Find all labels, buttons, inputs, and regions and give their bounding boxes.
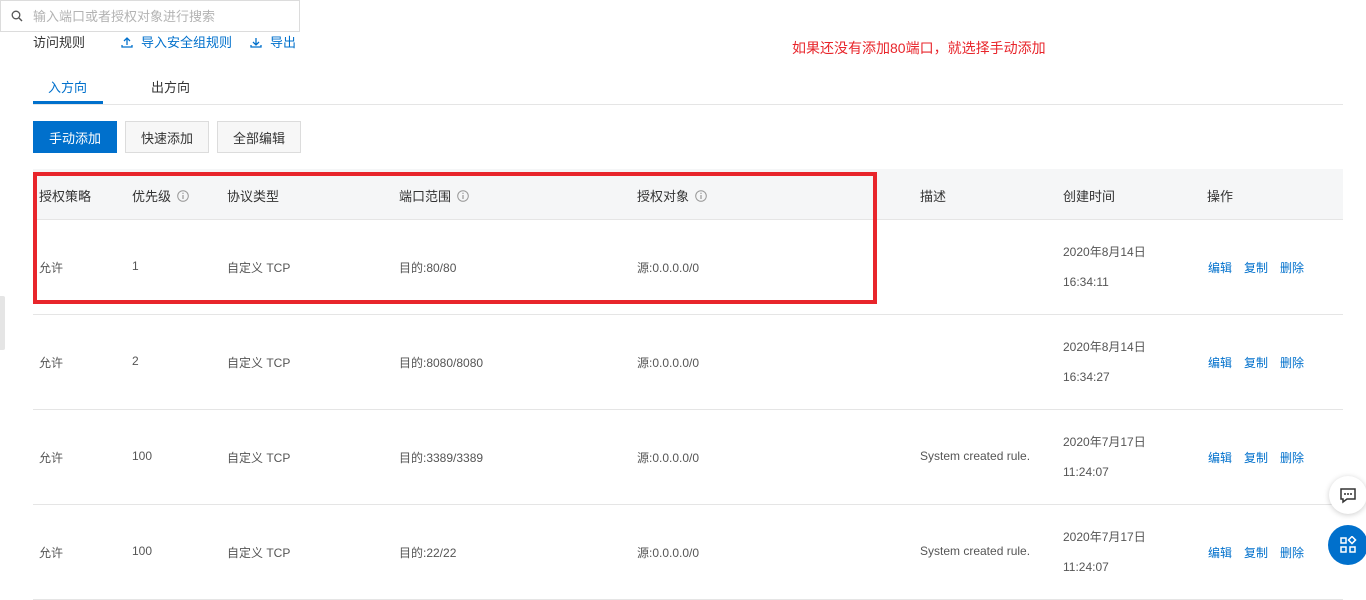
created-time: 11:24:07: [1063, 560, 1109, 574]
source-cell: 源:0.0.0.0/0: [637, 261, 700, 275]
table-row: 允许 100 自定义 TCP 目的:3389/3389 源:0.0.0.0/0 …: [33, 409, 1343, 505]
search-box: [0, 0, 300, 32]
priority-cell: 100: [132, 449, 153, 463]
header-auth-object-label: 授权对象: [637, 189, 690, 204]
priority-cell: 100: [132, 544, 153, 558]
table-header: 授权策略 优先级 协议类型 端口范围 授权对象 描述 创建时间 操作: [33, 169, 1343, 220]
copy-link[interactable]: 复制: [1244, 259, 1268, 276]
copy-link[interactable]: 复制: [1244, 354, 1268, 371]
protocol-cell: 自定义 TCP: [227, 261, 291, 275]
apps-icon: [1340, 536, 1357, 553]
quick-add-button[interactable]: 快速添加: [125, 121, 209, 153]
created-time: 11:24:07: [1063, 465, 1109, 479]
created-date: 2020年8月14日: [1063, 340, 1146, 354]
protocol-cell: 自定义 TCP: [227, 451, 291, 465]
priority-cell: 1: [132, 259, 139, 273]
header-protocol-label: 协议类型: [227, 189, 280, 204]
tab-outbound[interactable]: 出方向: [151, 77, 190, 96]
policy-cell: 允许: [39, 451, 64, 465]
import-rules-label: 导入安全组规则: [141, 35, 233, 50]
copy-link[interactable]: 复制: [1244, 449, 1268, 466]
edit-link[interactable]: 编辑: [1208, 354, 1232, 371]
port-cell: 目的:80/80: [399, 261, 457, 275]
active-tab-indicator: [33, 101, 103, 104]
header-actions: 操作: [1207, 186, 1233, 205]
import-rules-link[interactable]: 导入安全组规则: [121, 32, 232, 51]
edit-link[interactable]: 编辑: [1208, 259, 1232, 276]
header-description-label: 描述: [920, 189, 947, 204]
download-icon: [250, 37, 262, 48]
header-policy: 授权策略: [39, 186, 91, 205]
export-label: 导出: [270, 35, 297, 50]
port-cell: 目的:8080/8080: [399, 356, 484, 370]
table-row: 允许 1 自定义 TCP 目的:80/80 源:0.0.0.0/0 2020年8…: [33, 219, 1343, 315]
annotation-text: 如果还没有添加80端口，就选择手动添加: [792, 40, 1046, 56]
chat-button[interactable]: [1329, 476, 1366, 514]
port-cell: 目的:22/22: [399, 546, 457, 560]
info-icon[interactable]: [695, 189, 707, 202]
direction-tabs: 入方向 出方向: [33, 68, 1343, 105]
chat-icon: [1340, 488, 1356, 504]
edit-all-button[interactable]: 全部编辑: [217, 121, 301, 153]
port-cell: 目的:3389/3389: [399, 451, 484, 465]
info-icon[interactable]: [457, 189, 469, 202]
header-actions-label: 操作: [1207, 189, 1234, 204]
policy-cell: 允许: [39, 261, 64, 275]
manual-add-button[interactable]: 手动添加: [33, 121, 117, 153]
delete-link[interactable]: 删除: [1280, 544, 1304, 561]
source-cell: 源:0.0.0.0/0: [637, 356, 700, 370]
table-row: 允许 100 自定义 TCP 目的:22/22 源:0.0.0.0/0 Syst…: [33, 504, 1343, 600]
source-cell: 源:0.0.0.0/0: [637, 546, 700, 560]
edit-link[interactable]: 编辑: [1208, 449, 1232, 466]
header-created-label: 创建时间: [1063, 189, 1116, 204]
header-port-range: 端口范围: [399, 186, 469, 205]
delete-link[interactable]: 删除: [1280, 259, 1304, 276]
source-cell: 源:0.0.0.0/0: [637, 451, 700, 465]
sidebar-collapse-handle[interactable]: [0, 296, 5, 350]
priority-cell: 2: [132, 354, 139, 368]
table-row: 允许 2 自定义 TCP 目的:8080/8080 源:0.0.0.0/0 20…: [33, 314, 1343, 410]
header-port-range-label: 端口范围: [399, 189, 452, 204]
policy-cell: 允许: [39, 546, 64, 560]
created-time: 16:34:11: [1063, 275, 1109, 289]
info-icon[interactable]: [177, 189, 189, 202]
edit-link[interactable]: 编辑: [1208, 544, 1232, 561]
copy-link[interactable]: 复制: [1244, 544, 1268, 561]
created-date: 2020年7月17日: [1063, 435, 1146, 449]
tab-inbound[interactable]: 入方向: [48, 77, 87, 96]
export-link[interactable]: 导出: [250, 32, 296, 51]
header-protocol: 协议类型: [227, 186, 279, 205]
header-created: 创建时间: [1063, 186, 1115, 205]
header-priority: 优先级: [132, 186, 189, 205]
delete-link[interactable]: 删除: [1280, 449, 1304, 466]
created-time: 16:34:27: [1063, 370, 1110, 384]
search-input[interactable]: [31, 7, 285, 25]
header-description: 描述: [920, 186, 946, 205]
policy-cell: 允许: [39, 356, 64, 370]
header-auth-object: 授权对象: [637, 186, 707, 205]
header-policy-label: 授权策略: [39, 189, 92, 204]
created-date: 2020年7月17日: [1063, 530, 1146, 544]
page-title: 访问规则: [33, 35, 86, 50]
created-date: 2020年8月14日: [1063, 245, 1146, 259]
delete-link[interactable]: 删除: [1280, 354, 1304, 371]
search-icon: [11, 10, 23, 22]
header-priority-label: 优先级: [132, 189, 172, 204]
protocol-cell: 自定义 TCP: [227, 356, 291, 370]
description-cell: System created rule.: [920, 449, 1031, 463]
apps-button[interactable]: [1328, 525, 1366, 565]
protocol-cell: 自定义 TCP: [227, 546, 291, 560]
upload-icon: [121, 36, 133, 48]
description-cell: System created rule.: [920, 544, 1031, 558]
